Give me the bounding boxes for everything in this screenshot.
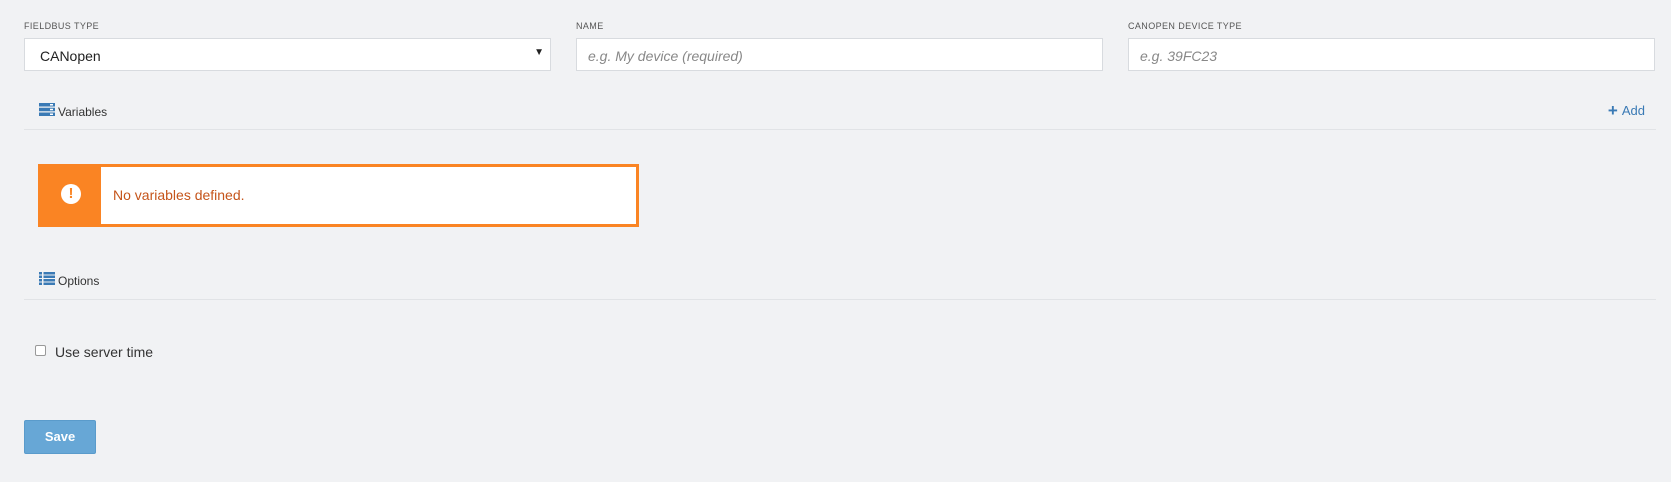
server-stack-icon [39, 103, 55, 121]
list-icon [39, 272, 55, 290]
name-placeholder: e.g. My device (required) [588, 48, 743, 64]
add-label: Add [1621, 103, 1645, 118]
fieldbus-type-value: CANopen [40, 48, 101, 64]
add-variable-button[interactable]: + Add [1608, 100, 1645, 120]
variables-title: Variables [58, 105, 108, 119]
device-type-input[interactable]: e.g. 39FC23 [1128, 38, 1655, 71]
fieldbus-type-label: FIELDBUS TYPE [24, 21, 100, 31]
device-type-label: CANOPEN DEVICE TYPE [1128, 21, 1242, 31]
use-server-time-label[interactable]: Use server time [55, 344, 153, 360]
variables-section-header: Variables [24, 92, 1656, 130]
alert-message: No variables defined. [113, 187, 245, 203]
fieldbus-type-select[interactable]: CANopen ▼ [24, 38, 551, 71]
options-title: Options [58, 274, 100, 288]
exclamation-icon: ! [61, 184, 81, 204]
chevron-down-icon: ▼ [534, 47, 544, 58]
use-server-time-checkbox[interactable] [35, 345, 46, 356]
name-input[interactable]: e.g. My device (required) [576, 38, 1103, 71]
device-type-placeholder: e.g. 39FC23 [1140, 48, 1218, 64]
save-button[interactable]: Save [24, 420, 96, 454]
name-label: NAME [576, 21, 604, 31]
no-variables-alert: ! No variables defined. [38, 164, 639, 227]
plus-icon: + [1607, 101, 1618, 120]
alert-icon-panel: ! [41, 167, 101, 224]
options-section-header: Options [24, 262, 1656, 300]
